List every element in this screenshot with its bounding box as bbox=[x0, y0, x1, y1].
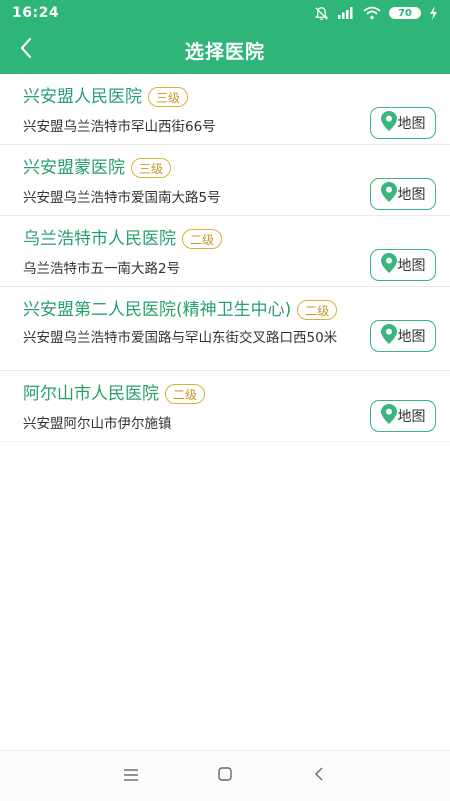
charging-icon bbox=[429, 6, 438, 20]
map-button[interactable]: 地图 bbox=[370, 178, 436, 210]
app-bar: 选择医院 bbox=[0, 26, 450, 74]
hospital-list: 兴安盟人民医院 三级 兴安盟乌兰浩特市罕山西街66号 地图 兴安盟蒙医院 三级 … bbox=[0, 74, 450, 442]
status-icons: 70 bbox=[314, 6, 438, 21]
hospital-level-badge: 二级 bbox=[165, 384, 206, 404]
alarm-off-icon bbox=[314, 6, 329, 21]
menu-icon bbox=[123, 767, 139, 786]
hospital-item[interactable]: 兴安盟人民医院 三级 兴安盟乌兰浩特市罕山西街66号 地图 bbox=[0, 74, 450, 145]
hospital-address: 兴安盟阿尔山市伊尔施镇 bbox=[23, 416, 172, 432]
hospital-name: 乌兰浩特市人民医院 bbox=[23, 229, 176, 249]
map-button[interactable]: 地图 bbox=[370, 320, 436, 352]
map-button[interactable]: 地图 bbox=[370, 249, 436, 281]
hospital-name: 兴安盟人民医院 bbox=[23, 87, 142, 107]
hospital-address: 兴安盟乌兰浩特市爱国路与罕山东街交叉路口西50米 bbox=[23, 330, 338, 346]
hospital-item[interactable]: 兴安盟第二人民医院(精神卫生中心) 二级 兴安盟乌兰浩特市爱国路与罕山东街交叉路… bbox=[0, 287, 450, 371]
hospital-level-badge: 二级 bbox=[182, 229, 223, 249]
map-button-label: 地图 bbox=[397, 258, 426, 274]
back-arrow-icon bbox=[19, 37, 33, 63]
back-triangle-icon bbox=[313, 766, 325, 786]
map-button-label: 地图 bbox=[397, 116, 426, 132]
nav-home-button[interactable] bbox=[213, 764, 237, 788]
nav-back-button[interactable] bbox=[307, 764, 331, 788]
wifi-icon bbox=[363, 6, 381, 20]
hospital-level-badge: 三级 bbox=[131, 158, 172, 178]
battery-icon: 70 bbox=[389, 7, 421, 19]
map-button[interactable]: 地图 bbox=[370, 107, 436, 139]
page-title: 选择医院 bbox=[184, 40, 265, 63]
hospital-item[interactable]: 阿尔山市人民医院 二级 兴安盟阿尔山市伊尔施镇 地图 bbox=[0, 371, 450, 442]
map-button-label: 地图 bbox=[397, 329, 426, 345]
signal-icon bbox=[337, 6, 355, 20]
hospital-name: 阿尔山市人民医院 bbox=[23, 384, 159, 404]
hospital-address: 兴安盟乌兰浩特市爱国南大路5号 bbox=[23, 190, 221, 206]
location-pin-icon bbox=[380, 404, 397, 428]
nav-menu-button[interactable] bbox=[119, 764, 143, 788]
map-button[interactable]: 地图 bbox=[370, 400, 436, 432]
hospital-level-badge: 三级 bbox=[148, 87, 189, 107]
hospital-name: 兴安盟第二人民医院(精神卫生中心) bbox=[23, 300, 292, 320]
map-button-label: 地图 bbox=[397, 187, 426, 203]
status-bar: 16:24 70 bbox=[0, 0, 450, 26]
status-time: 16:24 bbox=[12, 5, 60, 21]
hospital-name: 兴安盟蒙医院 bbox=[23, 158, 125, 178]
system-nav-bar bbox=[0, 750, 450, 801]
hospital-item[interactable]: 乌兰浩特市人民医院 二级 乌兰浩特市五一南大路2号 地图 bbox=[0, 216, 450, 287]
hospital-address: 乌兰浩特市五一南大路2号 bbox=[23, 261, 181, 277]
hospital-address: 兴安盟乌兰浩特市罕山西街66号 bbox=[23, 119, 216, 135]
hospital-level-badge: 二级 bbox=[297, 300, 338, 320]
battery-level: 70 bbox=[398, 7, 412, 19]
back-button[interactable] bbox=[8, 32, 44, 68]
home-square-icon bbox=[217, 766, 233, 786]
hospital-item[interactable]: 兴安盟蒙医院 三级 兴安盟乌兰浩特市爱国南大路5号 地图 bbox=[0, 145, 450, 216]
map-button-label: 地图 bbox=[397, 409, 426, 425]
location-pin-icon bbox=[380, 182, 397, 206]
location-pin-icon bbox=[380, 111, 397, 135]
location-pin-icon bbox=[380, 253, 397, 277]
location-pin-icon bbox=[380, 324, 397, 348]
